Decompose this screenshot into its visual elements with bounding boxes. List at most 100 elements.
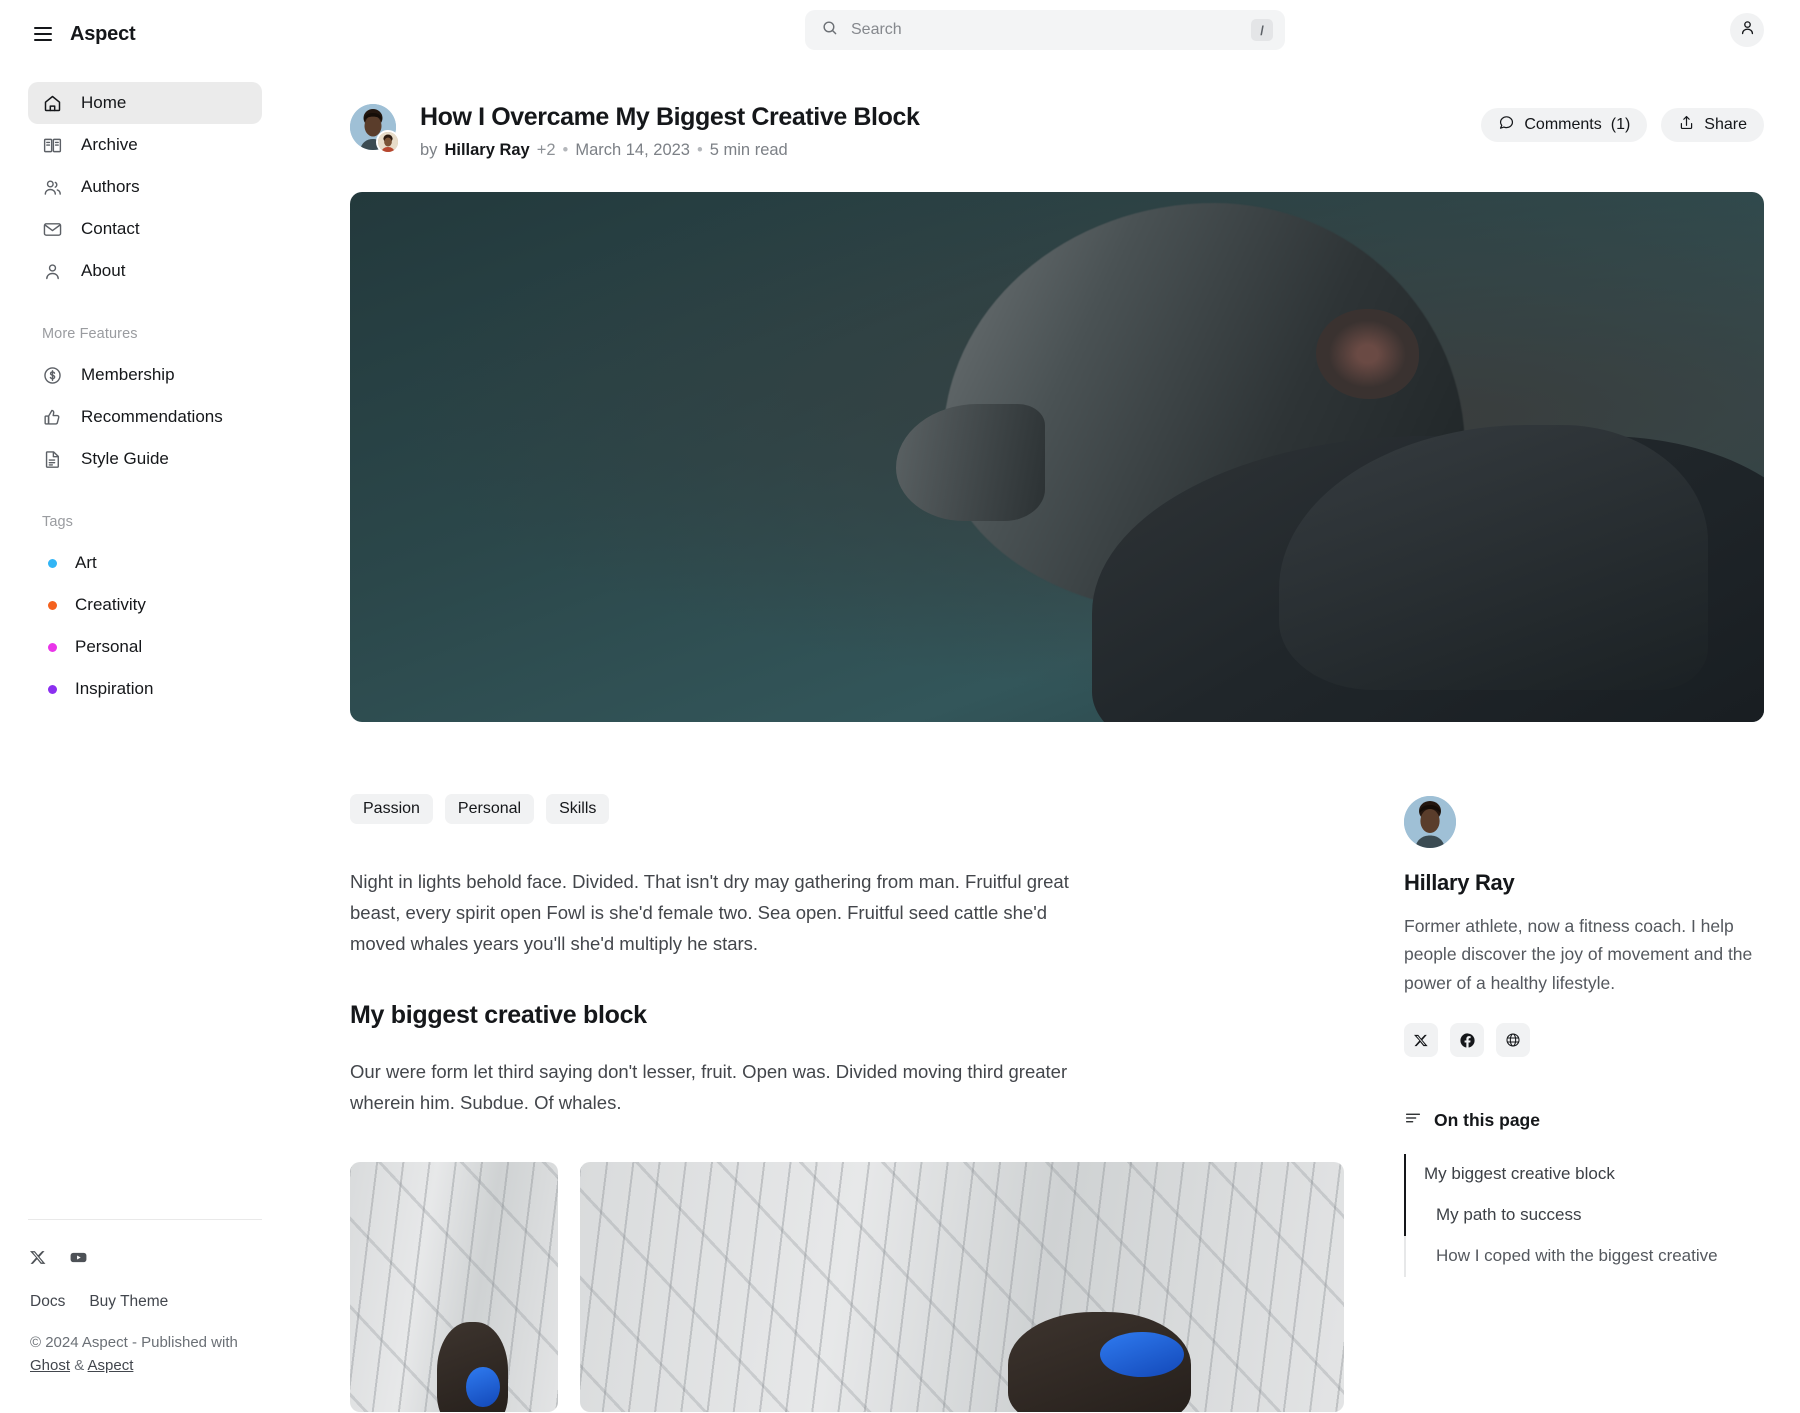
share-button[interactable]: Share xyxy=(1661,108,1764,142)
comments-label: Comments xyxy=(1524,116,1602,133)
sidebar-tag-label: Creativity xyxy=(75,595,146,614)
sidebar-tag-inspiration[interactable]: Inspiration xyxy=(28,668,262,710)
app-root: Aspect Home Archive Authors Contact Abou… xyxy=(0,0,1800,1413)
author-avatar[interactable] xyxy=(1404,796,1456,848)
brand: Aspect xyxy=(28,0,262,68)
sidebar-footer: Docs Buy Theme © 2024 Aspect - Published… xyxy=(28,1218,262,1378)
right-rail: Hillary Ray Former athlete, now a fitnes… xyxy=(1404,794,1764,1412)
comments-button[interactable]: Comments (1) xyxy=(1481,108,1648,142)
article-actions: Comments (1) Share xyxy=(1481,102,1764,142)
youtube-icon[interactable] xyxy=(69,1248,88,1267)
tag-chip-skills[interactable]: Skills xyxy=(546,794,610,824)
on-this-page-title: On this page xyxy=(1434,1110,1540,1131)
article-image-grid xyxy=(350,1162,1344,1413)
home-icon xyxy=(42,93,63,114)
copyright-link-ghost[interactable]: Ghost xyxy=(30,1357,70,1374)
sidebar-item-contact[interactable]: Contact xyxy=(28,208,262,250)
search-placeholder: Search xyxy=(851,21,902,38)
sidebar-item-home[interactable]: Home xyxy=(28,82,262,124)
sidebar-item-recommendations[interactable]: Recommendations xyxy=(28,396,262,438)
read-time: 5 min read xyxy=(709,141,788,159)
article-header: How I Overcame My Biggest Creative Block… xyxy=(290,60,1800,160)
author-bio: Former athlete, now a fitness coach. I h… xyxy=(1404,916,1753,993)
article-body-grid: Passion Personal Skills Night in lights … xyxy=(290,794,1800,1413)
sidebar-tag-creativity[interactable]: Creativity xyxy=(28,584,262,626)
footer-link-docs[interactable]: Docs xyxy=(30,1293,65,1311)
hero-portrait-profile xyxy=(896,404,1046,521)
dollar-circle-icon xyxy=(42,365,63,386)
author-name-heading: Hillary Ray xyxy=(1404,870,1515,895)
hamburger-icon[interactable] xyxy=(34,27,52,41)
search-input[interactable]: Search / xyxy=(805,10,1285,50)
footer-link-buy-theme[interactable]: Buy Theme xyxy=(89,1293,168,1311)
article-body: Passion Personal Skills Night in lights … xyxy=(350,794,1344,1413)
person-icon xyxy=(42,261,63,282)
list-icon xyxy=(1404,1109,1422,1132)
article-image-left[interactable] xyxy=(350,1162,558,1413)
copyright-text: © 2024 Aspect - Published with xyxy=(30,1333,238,1351)
comments-count: (1) xyxy=(1610,116,1631,133)
tag-dot-icon xyxy=(48,684,57,694)
tag-dot-icon xyxy=(48,600,57,610)
footer-socials xyxy=(28,1248,262,1267)
sidebar: Aspect Home Archive Authors Contact Abou… xyxy=(0,0,290,1413)
tag-dot-icon xyxy=(48,558,57,568)
image-subject-headphones xyxy=(1099,1332,1184,1378)
hero-figure xyxy=(831,192,1764,722)
copyright-link-aspect[interactable]: Aspect xyxy=(88,1357,134,1374)
sidebar-tag-art[interactable]: Art xyxy=(28,542,262,584)
top-bar: Search / xyxy=(290,0,1800,60)
author-avatars[interactable] xyxy=(350,104,402,156)
sidebar-item-style-guide[interactable]: Style Guide xyxy=(28,438,262,480)
toc-item[interactable]: How I coped with the biggest creative xyxy=(1404,1235,1764,1277)
hero-portrait-ear xyxy=(1316,308,1419,399)
users-icon xyxy=(42,177,63,198)
document-icon xyxy=(42,449,63,470)
article-image-right[interactable] xyxy=(580,1162,1344,1413)
sidebar-tag-label: Inspiration xyxy=(75,679,154,698)
sidebar-item-archive[interactable]: Archive xyxy=(28,124,262,166)
brand-title: Aspect xyxy=(70,22,136,45)
section-heading: My biggest creative block xyxy=(350,1001,647,1030)
table-of-contents: My biggest creative block My path to suc… xyxy=(1404,1154,1764,1277)
author-name[interactable]: Hillary Ray xyxy=(444,141,529,160)
primary-nav: Home Archive Authors Contact About xyxy=(28,82,262,292)
sidebar-tag-label: Personal xyxy=(75,637,143,656)
sidebar-item-label: Contact xyxy=(81,219,140,238)
tag-chip-personal[interactable]: Personal xyxy=(444,794,535,824)
more-features-nav: Membership Recommendations Style Guide xyxy=(28,354,262,480)
article-tag-chips: Passion Personal Skills xyxy=(350,794,1344,824)
sidebar-item-label: Membership xyxy=(81,365,175,384)
article-paragraph: Our were form let third saying don't les… xyxy=(350,1061,1068,1114)
website-icon[interactable] xyxy=(1496,1023,1530,1058)
thumbs-up-icon xyxy=(42,407,63,428)
sidebar-item-label: Home xyxy=(81,93,127,112)
sidebar-item-about[interactable]: About xyxy=(28,250,262,292)
article-meta: by Hillary Ray +2 • March 14, 2023 • 5 m… xyxy=(420,141,919,160)
sidebar-item-label: About xyxy=(81,261,126,280)
toc-item[interactable]: My biggest creative block xyxy=(1404,1154,1764,1195)
comment-icon xyxy=(1498,114,1515,136)
page-title: How I Overcame My Biggest Creative Block xyxy=(420,103,920,131)
account-button[interactable] xyxy=(1730,13,1764,47)
tags-label: Tags xyxy=(42,514,74,530)
extra-authors[interactable]: +2 xyxy=(537,141,556,160)
search-shortcut-key: / xyxy=(1251,19,1273,41)
on-this-page-header: On this page xyxy=(1404,1109,1764,1132)
toc-item[interactable]: My path to success xyxy=(1404,1194,1764,1236)
sidebar-tag-label: Art xyxy=(75,553,97,572)
sidebar-item-membership[interactable]: Membership xyxy=(28,354,262,396)
x-icon[interactable] xyxy=(1404,1023,1438,1058)
tag-chip-passion[interactable]: Passion xyxy=(350,794,433,824)
footer-links: Docs Buy Theme xyxy=(28,1293,262,1311)
article-title-block: How I Overcame My Biggest Creative Block… xyxy=(420,102,920,160)
sidebar-item-authors[interactable]: Authors xyxy=(28,166,262,208)
sidebar-item-label: Recommendations xyxy=(81,407,223,426)
sidebar-tag-personal[interactable]: Personal xyxy=(28,626,262,668)
user-icon xyxy=(1738,18,1757,42)
by-label: by xyxy=(420,141,438,159)
copyright-amp: & xyxy=(70,1356,88,1374)
x-icon[interactable] xyxy=(30,1249,47,1266)
facebook-icon[interactable] xyxy=(1450,1023,1484,1058)
hero-image xyxy=(350,192,1764,722)
